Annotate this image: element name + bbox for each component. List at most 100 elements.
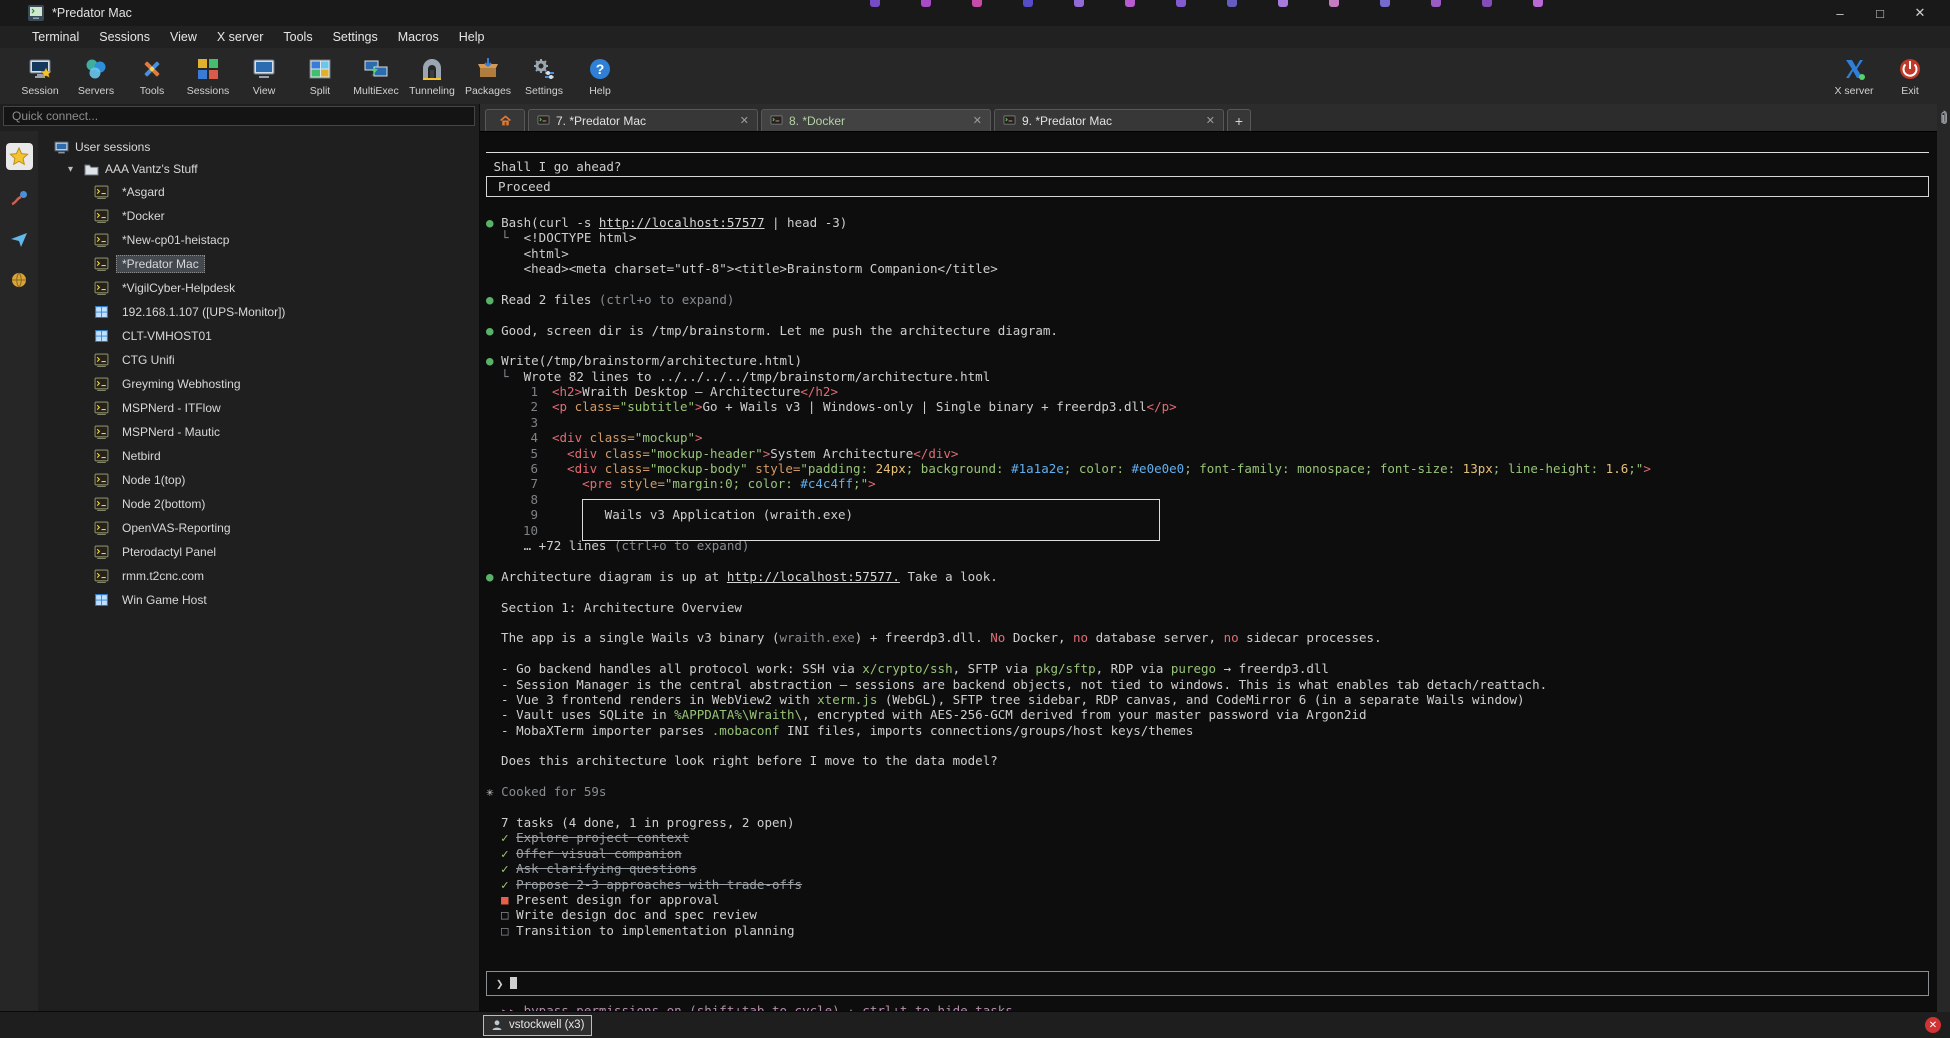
menu-tools[interactable]: Tools bbox=[273, 28, 322, 46]
taskbar-peek bbox=[870, 0, 1543, 7]
toolbar-button-split[interactable]: Split bbox=[292, 48, 348, 104]
terminal-link[interactable]: http://localhost:57577. bbox=[727, 569, 900, 584]
xserver-icon bbox=[1841, 56, 1867, 82]
star-icon bbox=[9, 147, 29, 167]
terminal-link[interactable]: http://localhost:57577 bbox=[599, 215, 765, 230]
tools-panel-button[interactable] bbox=[6, 184, 33, 211]
toolbar-button-exit[interactable]: Exit bbox=[1882, 48, 1938, 104]
menu-sessions[interactable]: Sessions bbox=[89, 28, 160, 46]
ssh-session-icon bbox=[94, 497, 109, 512]
terminal-line: ● Good, screen dir is /tmp/brainstorm. L… bbox=[486, 323, 1929, 338]
toolbar-label: Packages bbox=[465, 85, 511, 97]
session-item-netbird[interactable]: Netbird bbox=[38, 444, 479, 468]
line-number: 8 bbox=[486, 492, 538, 507]
main-area: User sessions ▾ AAA Vantz's Stuff *Asgar… bbox=[0, 104, 1950, 1012]
toolbar-button-multiexec[interactable]: MultiExec bbox=[348, 48, 404, 104]
tab-close-button[interactable]: ✕ bbox=[1206, 114, 1215, 127]
sftp-panel-button[interactable] bbox=[6, 266, 33, 293]
toolbar-button-packages[interactable]: Packages bbox=[460, 48, 516, 104]
line-number: 9 bbox=[486, 507, 538, 522]
session-item-asgard[interactable]: *Asgard bbox=[38, 180, 479, 204]
toolbar-label: Help bbox=[589, 85, 611, 97]
window-controls: – □ ✕ bbox=[1820, 0, 1940, 26]
kill-session-button[interactable]: ✕ bbox=[1925, 1017, 1941, 1033]
app-icon bbox=[28, 5, 44, 21]
tab-8-docker[interactable]: 8. *Docker✕ bbox=[761, 109, 991, 131]
terminal-code-line: 5 <div class="mockup-header">System Arch… bbox=[486, 446, 1929, 461]
session-item-node-2-bottom[interactable]: Node 2(bottom) bbox=[38, 492, 479, 516]
new-tab-button[interactable]: + bbox=[1227, 109, 1251, 131]
session-item-openvas-reporting[interactable]: OpenVAS-Reporting bbox=[38, 516, 479, 540]
terminal[interactable]: Shall I go ahead?Proceed● Bash(curl -s h… bbox=[480, 132, 1937, 1012]
macros-panel-button[interactable] bbox=[6, 225, 33, 252]
toolbar-button-session[interactable]: Session bbox=[12, 48, 68, 104]
session-label: *Predator Mac bbox=[116, 255, 205, 273]
maximize-button[interactable]: □ bbox=[1860, 6, 1900, 21]
session-item-pterodactyl-panel[interactable]: Pterodactyl Panel bbox=[38, 540, 479, 564]
terminal-blank-line bbox=[486, 307, 1929, 322]
session-item-clt-vmhost01[interactable]: CLT-VMHOST01 bbox=[38, 324, 479, 348]
menu-x-server[interactable]: X server bbox=[207, 28, 274, 46]
menu-view[interactable]: View bbox=[160, 28, 207, 46]
taskbar-app-icon bbox=[1176, 0, 1186, 7]
toolbar-button-sessions[interactable]: Sessions bbox=[180, 48, 236, 104]
minimize-button[interactable]: – bbox=[1820, 6, 1860, 21]
right-strip bbox=[1937, 104, 1950, 1012]
quick-connect-input[interactable] bbox=[3, 106, 475, 126]
toolbar-button-tunneling[interactable]: Tunneling bbox=[404, 48, 460, 104]
toolbar-button-servers[interactable]: Servers bbox=[68, 48, 124, 104]
toolbar-button-view[interactable]: View bbox=[236, 48, 292, 104]
session-item-ctg-unifi[interactable]: CTG Unifi bbox=[38, 348, 479, 372]
session-item-mspnerd-itflow[interactable]: MSPNerd - ITFlow bbox=[38, 396, 479, 420]
terminal-tab-icon bbox=[1003, 114, 1016, 127]
toolbar-button-help[interactable]: ?Help bbox=[572, 48, 628, 104]
session-item-new-cp01-heistacp[interactable]: *New-cp01-heistacp bbox=[38, 228, 479, 252]
menu-macros[interactable]: Macros bbox=[388, 28, 449, 46]
session-item-greyming-webhosting[interactable]: Greyming Webhosting bbox=[38, 372, 479, 396]
toolbar-label: Tools bbox=[140, 85, 165, 97]
menu-help[interactable]: Help bbox=[449, 28, 495, 46]
terminal-line: ✓ Propose 2-3 approaches with trade-offs bbox=[486, 877, 1929, 892]
session-item-win-game-host[interactable]: Win Game Host bbox=[38, 588, 479, 612]
tab-home[interactable] bbox=[485, 109, 525, 131]
session-item-mspnerd-mautic[interactable]: MSPNerd - Mautic bbox=[38, 420, 479, 444]
toolbar-button-settings[interactable]: Settings bbox=[516, 48, 572, 104]
attachments-icon[interactable] bbox=[1939, 110, 1948, 1012]
terminal-line: - Vault uses SQLite in %APPDATA%\Wraith\… bbox=[486, 707, 1929, 722]
session-icon bbox=[27, 56, 53, 82]
close-button[interactable]: ✕ bbox=[1900, 5, 1940, 21]
toolbar-label: Sessions bbox=[187, 85, 230, 97]
proceed-option[interactable]: Proceed bbox=[486, 176, 1929, 197]
session-item-rmm-t2cnc-com[interactable]: rmm.t2cnc.com bbox=[38, 564, 479, 588]
session-label: MSPNerd - Mautic bbox=[116, 423, 226, 441]
session-item-192-168-1-107-ups-monitor[interactable]: 192.168.1.107 ([UPS-Monitor]) bbox=[38, 300, 479, 324]
session-item-vigilcyber-helpdesk[interactable]: *VigilCyber-Helpdesk bbox=[38, 276, 479, 300]
toolbar-left-group: SessionServers Tools Sessions ViewSplitMult… bbox=[12, 48, 628, 104]
prompt-input[interactable]: ❯ bbox=[486, 971, 1929, 996]
session-item-node-1-top[interactable]: Node 1(top) bbox=[38, 468, 479, 492]
ssh-session-icon bbox=[94, 521, 109, 536]
terminal-line: <html> bbox=[486, 246, 1929, 261]
sessions-panel-button[interactable] bbox=[6, 143, 33, 170]
tab-7-predator-mac[interactable]: 7. *Predator Mac✕ bbox=[528, 109, 758, 131]
ssh-session-icon bbox=[94, 377, 109, 392]
tree-root-user-sessions[interactable]: User sessions bbox=[38, 136, 479, 158]
screen-session-button[interactable]: vstockwell (x3) bbox=[483, 1015, 592, 1036]
toolbar-button-x-server[interactable]: X server bbox=[1826, 48, 1882, 104]
session-item-docker[interactable]: *Docker bbox=[38, 204, 479, 228]
tab-9-predator-mac[interactable]: 9. *Predator Mac✕ bbox=[994, 109, 1224, 131]
menu-settings[interactable]: Settings bbox=[323, 28, 388, 46]
session-item-predator-mac[interactable]: *Predator Mac bbox=[38, 252, 479, 276]
menu-terminal[interactable]: Terminal bbox=[22, 28, 89, 46]
rdp-session-icon bbox=[94, 329, 109, 344]
terminal-line: - MobaXTerm importer parses .mobaconf IN… bbox=[486, 723, 1929, 738]
taskbar-app-icon bbox=[1533, 0, 1543, 7]
tab-close-button[interactable]: ✕ bbox=[973, 114, 982, 127]
tab-close-button[interactable]: ✕ bbox=[740, 114, 749, 127]
ssh-session-icon bbox=[94, 473, 109, 488]
taskbar-app-icon bbox=[1227, 0, 1237, 7]
tree-group-folder[interactable]: ▾ AAA Vantz's Stuff bbox=[38, 158, 479, 180]
session-label: 192.168.1.107 ([UPS-Monitor]) bbox=[116, 303, 291, 321]
terminal-blank-line bbox=[486, 800, 1929, 815]
toolbar-button-tools[interactable]: Tools bbox=[124, 48, 180, 104]
